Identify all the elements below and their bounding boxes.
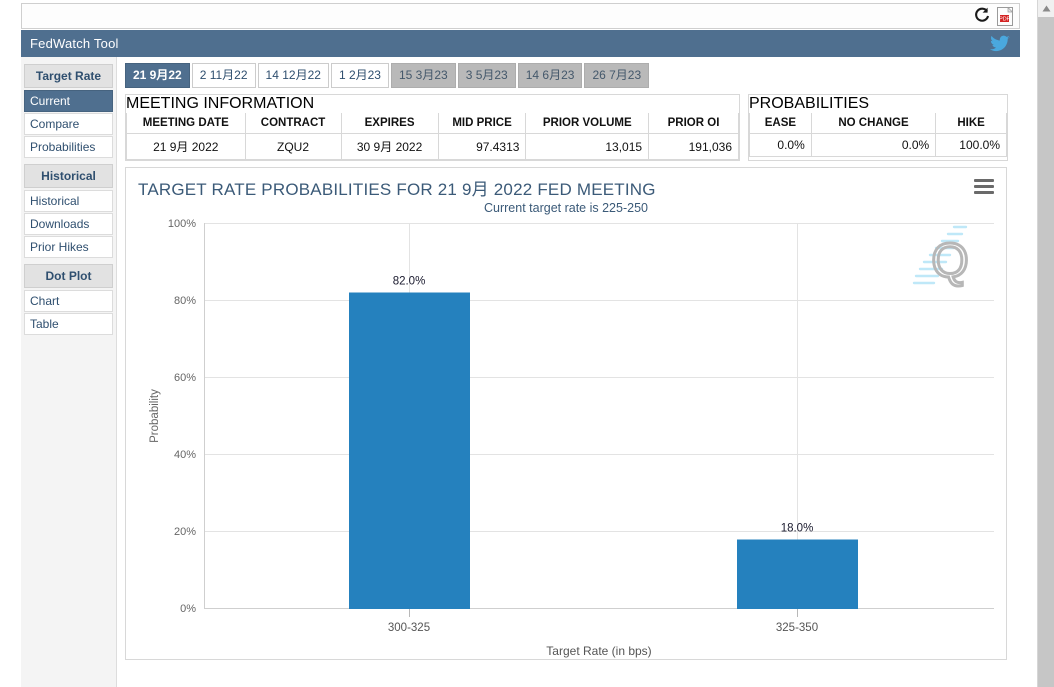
- tab-21-sep-22[interactable]: 21 9月22: [125, 63, 190, 88]
- svg-text:Target Rate (in bps): Target Rate (in bps): [546, 644, 651, 658]
- col-expires: EXPIRES: [340, 113, 439, 134]
- table-header-row: EASE NO CHANGE HIKE: [749, 113, 1007, 134]
- scroll-up-arrow-icon[interactable]: [1038, 0, 1054, 17]
- svg-text:40%: 40%: [174, 449, 196, 461]
- col-hike: HIKE: [935, 113, 1007, 134]
- sidebar-group-target-rate: Target Rate Current Compare Probabilitie…: [24, 64, 113, 158]
- sidebar-group-header: Target Rate: [24, 64, 113, 88]
- table-row: 21 9月 2022 ZQU2 30 9月 2022 97.4313 13,01…: [126, 133, 739, 160]
- sidebar-group-header: Historical: [24, 164, 113, 188]
- pdf-icon[interactable]: PDF: [997, 6, 1014, 26]
- svg-text:60%: 60%: [174, 372, 196, 384]
- svg-text:82.0%: 82.0%: [393, 276, 426, 288]
- twitter-icon[interactable]: [990, 35, 1010, 53]
- cell-meeting-date: 21 9月 2022: [126, 133, 246, 160]
- app-title: FedWatch Tool: [30, 36, 119, 51]
- col-meeting-date: MEETING DATE: [126, 113, 246, 134]
- content-area: 21 9月22 2 11月22 14 12月22 1 2月23 15 3月23 …: [117, 57, 1020, 687]
- summary-tables: MEETING INFORMATION MEETING DATE CONTRAC…: [125, 94, 1012, 161]
- cell-ease: 0.0%: [749, 133, 812, 157]
- col-prior-oi: PRIOR OI: [648, 113, 739, 134]
- table-header-row: MEETING DATE CONTRACT EXPIRES MID PRICE …: [126, 113, 739, 134]
- sidebar-item-table[interactable]: Table: [24, 313, 113, 335]
- tab-2-nov-22[interactable]: 2 11月22: [191, 63, 256, 88]
- cell-contract: ZQU2: [244, 133, 342, 160]
- probabilities-table: PROBABILITIES EASE NO CHANGE HIKE 0.0% 0…: [748, 94, 1008, 161]
- svg-text:80%: 80%: [174, 295, 196, 307]
- svg-text:325-350: 325-350: [776, 622, 818, 634]
- sidebar-item-current[interactable]: Current: [24, 90, 113, 112]
- tab-3-may-23[interactable]: 3 5月23: [457, 63, 516, 88]
- scrollbar-thumb[interactable]: [1038, 17, 1054, 687]
- svg-text:18.0%: 18.0%: [781, 523, 814, 535]
- toolbar-icon-group: PDF: [973, 6, 1019, 26]
- sidebar-item-compare[interactable]: Compare: [24, 113, 113, 135]
- cell-expires: 30 9月 2022: [340, 133, 439, 160]
- refresh-icon[interactable]: [973, 7, 991, 25]
- svg-text:PDF: PDF: [999, 16, 1010, 22]
- sidebar: Target Rate Current Compare Probabilitie…: [21, 57, 117, 687]
- svg-text:100%: 100%: [168, 218, 196, 230]
- browser-toolbar: PDF: [21, 3, 1020, 29]
- tab-15-mar-23[interactable]: 15 3月23: [390, 63, 456, 88]
- table-row: 0.0% 0.0% 100.0%: [749, 133, 1007, 157]
- sidebar-item-probabilities[interactable]: Probabilities: [24, 136, 113, 158]
- tab-14-jun-23[interactable]: 14 6月23: [517, 63, 583, 88]
- cell-hike: 100.0%: [935, 133, 1007, 157]
- col-contract: CONTRACT: [244, 113, 342, 134]
- meeting-information-table: MEETING INFORMATION MEETING DATE CONTRAC…: [125, 94, 740, 161]
- target-rate-probabilities-chart: TARGET RATE PROBABILITIES FOR 21 9月 2022…: [125, 167, 1007, 660]
- tab-1-feb-23[interactable]: 1 2月23: [330, 63, 389, 88]
- app-root: PDF FedWatch Tool Target Rate Current Co…: [0, 0, 1054, 687]
- tab-26-jul-23[interactable]: 26 7月23: [584, 63, 650, 88]
- sidebar-item-prior-hikes[interactable]: Prior Hikes: [24, 236, 113, 258]
- sidebar-item-historical[interactable]: Historical: [24, 190, 113, 212]
- col-mid-price: MID PRICE: [437, 113, 527, 134]
- col-ease: EASE: [749, 113, 812, 134]
- main-body: Target Rate Current Compare Probabilitie…: [21, 57, 1020, 687]
- sidebar-group-dot-plot: Dot Plot Chart Table: [24, 264, 113, 335]
- sidebar-item-downloads[interactable]: Downloads: [24, 213, 113, 235]
- cell-prior-oi: 191,036: [648, 133, 739, 160]
- probabilities-caption: PROBABILITIES: [749, 95, 870, 112]
- svg-text:Probability: Probability: [149, 389, 161, 443]
- svg-text:20%: 20%: [174, 526, 196, 538]
- meeting-date-tabs: 21 9月22 2 11月22 14 12月22 1 2月23 15 3月23 …: [125, 63, 1012, 88]
- page-scrollbar[interactable]: [1037, 0, 1054, 687]
- cell-prior-volume: 13,015: [525, 133, 650, 160]
- cell-mid-price: 97.4313: [437, 133, 527, 160]
- sidebar-group-historical: Historical Historical Downloads Prior Hi…: [24, 164, 113, 258]
- col-prior-volume: PRIOR VOLUME: [525, 113, 650, 134]
- col-no-change: NO CHANGE: [810, 113, 937, 134]
- svg-text:0%: 0%: [180, 603, 196, 615]
- chart-plot-area: 100% 80% 60% 40% 20% 0% Probability 82.0…: [126, 168, 1008, 661]
- svg-text:300-325: 300-325: [388, 622, 430, 634]
- sidebar-item-chart[interactable]: Chart: [24, 290, 113, 312]
- app-header: FedWatch Tool: [21, 30, 1020, 57]
- tab-14-dec-22[interactable]: 14 12月22: [257, 63, 329, 88]
- meeting-information-caption: MEETING INFORMATION: [126, 95, 315, 112]
- cell-no-change: 0.0%: [810, 133, 937, 157]
- sidebar-group-header: Dot Plot: [24, 264, 113, 288]
